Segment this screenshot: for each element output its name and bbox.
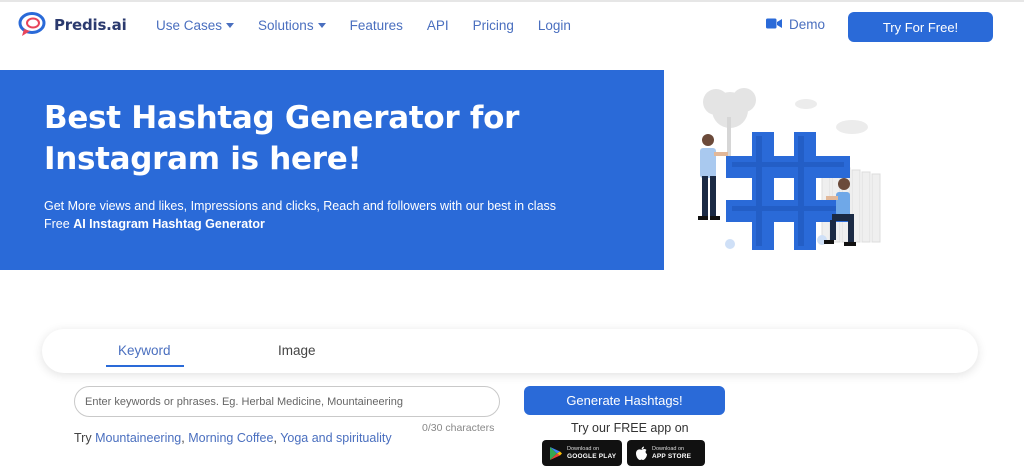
logo[interactable]: Predis.ai <box>18 11 127 39</box>
app-store-small: Download on <box>652 446 685 452</box>
google-play-text: Download on GOOGLE PLAY <box>567 445 616 461</box>
demo-label: Demo <box>789 17 826 32</box>
google-play-big: GOOGLE PLAY <box>567 453 617 460</box>
try-for-free-button[interactable]: Try For Free! <box>848 12 993 42</box>
nav-use-cases[interactable]: Use Cases <box>156 18 235 33</box>
keyword-input[interactable] <box>74 386 500 417</box>
try-suggestions: Try Mountaineering, Morning Coffee, Yoga… <box>74 431 392 445</box>
hero-title: Best Hashtag Generator for Instagram is … <box>44 100 520 177</box>
generate-hashtags-button[interactable]: Generate Hashtags! <box>524 386 725 415</box>
suggestion-yoga[interactable]: Yoga and spirituality <box>280 431 391 445</box>
nav-api[interactable]: API <box>427 18 449 33</box>
google-play-badge[interactable]: Download on GOOGLE PLAY <box>542 440 622 466</box>
nav-solutions-label: Solutions <box>258 18 314 33</box>
suggestion-morning-coffee[interactable]: Morning Coffee <box>188 431 273 445</box>
hero-subtitle-line1: Get More views and likes, Impressions an… <box>44 199 557 213</box>
demo-link[interactable]: Demo <box>766 17 825 32</box>
predis-logo-icon <box>18 11 48 39</box>
hero-subtitle: Get More views and likes, Impressions an… <box>44 197 644 233</box>
active-tab-underline <box>106 365 184 367</box>
hero-subtitle-prefix: Free <box>44 217 74 231</box>
apple-icon <box>630 446 652 461</box>
hero-banner: Best Hashtag Generator for Instagram is … <box>0 70 664 270</box>
app-store-text: Download on APP STORE <box>652 445 691 461</box>
nav-solutions[interactable]: Solutions <box>258 18 326 33</box>
try-label: Try <box>74 431 92 445</box>
google-play-icon <box>545 446 567 461</box>
nav-login[interactable]: Login <box>538 18 571 33</box>
hashtag-illustration <box>672 72 892 262</box>
tab-keyword[interactable]: Keyword <box>118 343 171 358</box>
nav-pricing[interactable]: Pricing <box>473 18 514 33</box>
tab-image[interactable]: Image <box>278 343 316 358</box>
app-store-big: APP STORE <box>652 453 692 460</box>
app-store-badge[interactable]: Download on APP STORE <box>627 440 705 466</box>
chevron-down-icon <box>226 23 235 28</box>
top-navbar: Predis.ai Use Cases Solutions Features A… <box>0 2 1024 52</box>
chevron-down-icon <box>317 23 326 28</box>
video-camera-icon <box>766 17 782 32</box>
nav-features[interactable]: Features <box>350 18 403 33</box>
nav-links: Use Cases Solutions Features API Pricing… <box>156 18 595 33</box>
character-counter: 0/30 characters <box>422 422 495 434</box>
suggestion-mountaineering[interactable]: Mountaineering <box>95 431 181 445</box>
app-promo-text: Try our FREE app on <box>571 421 689 435</box>
nav-use-cases-label: Use Cases <box>156 18 223 33</box>
logo-text: Predis.ai <box>54 16 127 34</box>
hero-subtitle-bold: AI Instagram Hashtag Generator <box>73 217 265 231</box>
mode-tabs: Keyword Image <box>42 329 978 373</box>
google-play-small: Download on <box>567 446 600 452</box>
